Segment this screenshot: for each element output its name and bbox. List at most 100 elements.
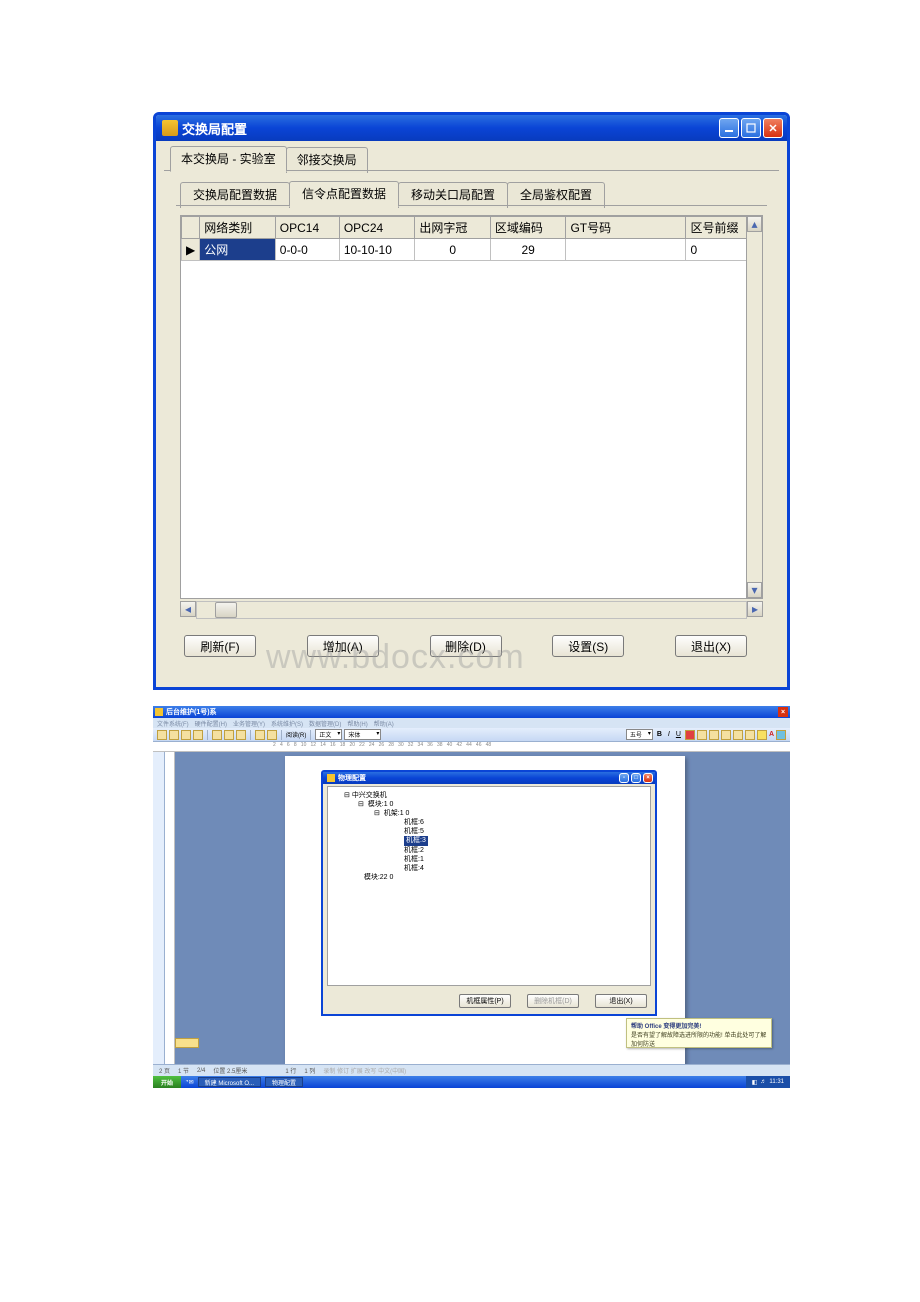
horizontal-ruler[interactable]: 2 4 6 8 10 12 14 16 18 20 22 24 26 28 30… <box>153 742 790 752</box>
align-icon[interactable] <box>721 730 731 740</box>
toolbar-icon[interactable] <box>157 730 167 740</box>
col-opc14[interactable]: OPC14 <box>275 217 339 239</box>
toolbar-icon[interactable] <box>169 730 179 740</box>
bold-icon[interactable]: B <box>657 731 662 738</box>
toolbar-icon[interactable] <box>212 730 222 740</box>
taskbar-button[interactable]: 新建 Microsoft O... <box>198 1077 261 1087</box>
app-close-button[interactable]: × <box>778 707 788 717</box>
size-dropdown[interactable]: 五号▾ <box>626 729 653 740</box>
font-color-icon[interactable] <box>685 730 695 740</box>
help-balloon[interactable]: 帮助 Office 变得更加完美! 是否有望了解故障选进所限的功能! 单击此处可… <box>626 1018 772 1048</box>
menu-item[interactable]: 系统维护(S) <box>271 719 303 728</box>
menu-bar[interactable]: 文件系统(F) 硬件配置(H) 业务管理(Y) 系统维护(S) 数据管理(D) … <box>153 718 790 728</box>
col-area-code[interactable]: 区域编码 <box>490 217 566 239</box>
table-viewport[interactable]: 网络类别 OPC14 OPC24 出网字冠 区域编码 GT号码 区号前缀 ▶ 公… <box>180 215 763 599</box>
scroll-track[interactable] <box>747 232 762 582</box>
document-area[interactable]: 物理配置 - □ × ⊟ 中兴交换机 ⊟ 模块:1 0 ⊟ 机架:1 0 机框:… <box>175 752 790 1072</box>
menu-item[interactable]: 帮助(A) <box>374 719 394 728</box>
maximize-button[interactable] <box>741 118 761 138</box>
menu-item[interactable]: 硬件配置(H) <box>195 719 227 728</box>
scroll-up-button[interactable]: ▴ <box>747 216 762 232</box>
refresh-button[interactable]: 刷新(F) <box>184 635 256 657</box>
toolbar-icon[interactable] <box>236 730 246 740</box>
h-scroll-thumb[interactable] <box>215 602 237 618</box>
close-button[interactable] <box>763 118 783 138</box>
cell-network-type[interactable]: 公网 <box>200 239 276 261</box>
view-buttons[interactable] <box>175 1038 199 1048</box>
scroll-left-button[interactable]: ◂ <box>180 601 196 617</box>
cell-gt-number[interactable] <box>566 239 686 261</box>
toolbar[interactable]: 阅读(R) 正文▾ 宋体▾ 五号▾ B I U A <box>153 728 790 742</box>
outline-pane[interactable] <box>153 752 165 1072</box>
add-button[interactable]: 增加(A) <box>307 635 379 657</box>
tree-leaf[interactable]: 机框:6 <box>334 818 644 827</box>
list-icon[interactable] <box>733 730 743 740</box>
vertical-scrollbar[interactable]: ▴ ▾ <box>746 216 762 598</box>
tree-node[interactable]: ⊟ 模块:1 0 <box>334 800 644 809</box>
inner-exit-button[interactable]: 退出(X) <box>595 994 647 1008</box>
list-icon[interactable] <box>745 730 755 740</box>
col-gt-number[interactable]: GT号码 <box>566 217 686 239</box>
col-network-type[interactable]: 网络类别 <box>200 217 276 239</box>
inner-titlebar[interactable]: 物理配置 - □ × <box>323 772 655 784</box>
scroll-down-button[interactable]: ▾ <box>747 582 762 598</box>
highlight-icon[interactable] <box>757 730 767 740</box>
col-opc24[interactable]: OPC24 <box>339 217 415 239</box>
taskbar[interactable]: 开始 ◔ ✉ 新建 Microsoft O... 物理配置 ◧ ♬ 11:31 <box>153 1076 790 1088</box>
underline-icon[interactable]: U <box>676 731 681 738</box>
quicklaunch-icon[interactable]: ✉ <box>189 1079 194 1086</box>
vertical-ruler[interactable] <box>165 752 175 1072</box>
h-scroll-track[interactable] <box>196 601 747 619</box>
tree-leaf[interactable]: 机框:4 <box>334 864 644 873</box>
font-dropdown[interactable]: 宋体▾ <box>344 729 381 740</box>
toolbar-icon[interactable] <box>267 730 277 740</box>
style-dropdown[interactable]: 正文▾ <box>315 729 342 740</box>
cell-area-code[interactable]: 29 <box>490 239 566 261</box>
tree-leaf[interactable]: 机框:5 <box>334 827 644 836</box>
menu-item[interactable]: 数据管理(D) <box>309 719 341 728</box>
menu-item[interactable]: 文件系统(F) <box>157 719 189 728</box>
tree-leaf[interactable]: 机框:1 <box>334 855 644 864</box>
inner-minimize-button[interactable]: - <box>619 773 629 783</box>
table-row[interactable]: ▶ 公网 0-0-0 10-10-10 0 29 0 <box>182 239 762 261</box>
italic-icon[interactable]: I <box>668 731 670 738</box>
col-out-prefix[interactable]: 出网字冠 <box>415 217 491 239</box>
tree-view[interactable]: ⊟ 中兴交换机 ⊟ 模块:1 0 ⊟ 机架:1 0 机框:6 机框:5 机框:3… <box>327 786 651 986</box>
data-grid[interactable]: 网络类别 OPC14 OPC24 出网字冠 区域编码 GT号码 区号前缀 ▶ 公… <box>181 216 762 261</box>
inner-close-button[interactable]: × <box>643 773 653 783</box>
tree-root[interactable]: ⊟ 中兴交换机 <box>334 791 644 800</box>
app-titlebar[interactable]: 后台维护(1号)系 × <box>153 706 790 718</box>
tree-node[interactable]: ⊟ 机架:1 0 <box>334 809 644 818</box>
font-a-icon[interactable]: A <box>769 731 774 738</box>
tray-icon[interactable]: ♬ <box>760 1079 766 1085</box>
start-button[interactable]: 开始 <box>153 1076 181 1088</box>
cell-out-prefix[interactable]: 0 <box>415 239 491 261</box>
toolbar-icon[interactable] <box>181 730 191 740</box>
toolbar-icon[interactable] <box>224 730 234 740</box>
scroll-right-button[interactable]: ▸ <box>747 601 763 617</box>
tree-node[interactable]: 模块:22 0 <box>334 873 644 882</box>
tray-icon[interactable]: ◧ <box>752 1079 758 1086</box>
align-icon[interactable] <box>709 730 719 740</box>
toolbar-icon[interactable] <box>776 730 786 740</box>
tree-leaf-selected[interactable]: 机框:3 <box>334 836 644 845</box>
minimize-button[interactable] <box>719 118 739 138</box>
cell-opc24[interactable]: 10-10-10 <box>339 239 415 261</box>
align-icon[interactable] <box>697 730 707 740</box>
system-tray[interactable]: ◧ ♬ 11:31 <box>746 1076 790 1088</box>
menu-item[interactable]: 帮助(H) <box>347 719 367 728</box>
menu-item[interactable]: 业务管理(Y) <box>233 719 265 728</box>
frame-prop-button[interactable]: 机框属性(P) <box>459 994 511 1008</box>
delete-frame-button[interactable]: 删除机框(D) <box>527 994 579 1008</box>
horizontal-scrollbar[interactable]: ◂ ▸ <box>180 601 763 619</box>
tree-leaf[interactable]: 机框:2 <box>334 846 644 855</box>
delete-button[interactable]: 删除(D) <box>430 635 502 657</box>
taskbar-button[interactable]: 物理配置 <box>265 1077 303 1087</box>
titlebar[interactable]: 交换局配置 <box>156 115 787 141</box>
set-button[interactable]: 设置(S) <box>552 635 624 657</box>
toolbar-icon[interactable] <box>193 730 203 740</box>
inner-maximize-button[interactable]: □ <box>631 773 641 783</box>
tab-local-exchange[interactable]: 本交换局 - 实验室 <box>170 146 287 172</box>
exit-button[interactable]: 退出(X) <box>675 635 747 657</box>
tab-signaling-config[interactable]: 信令点配置数据 <box>289 181 399 207</box>
